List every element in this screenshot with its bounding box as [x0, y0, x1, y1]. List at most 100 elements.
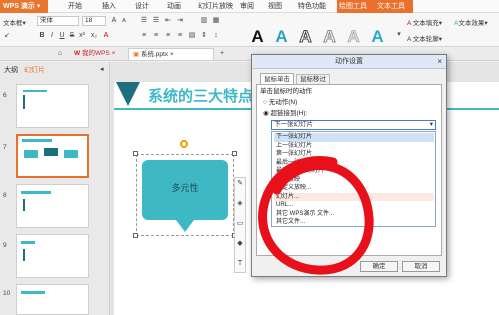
- thumb-block: [23, 199, 73, 211]
- outline-icon[interactable]: ▭: [236, 220, 244, 228]
- menu-insert[interactable]: 插入: [100, 0, 118, 13]
- menu-slideshow[interactable]: 幻灯片放映: [196, 0, 235, 13]
- subscript-icon[interactable]: x₂: [90, 32, 98, 40]
- font-color-icon[interactable]: A: [102, 32, 110, 40]
- text-style-blue-shadow[interactable]: A: [370, 28, 385, 45]
- style-more-icon[interactable]: ▾: [395, 31, 403, 39]
- align-left-icon[interactable]: ≡: [140, 32, 148, 40]
- slide-number: 9: [3, 242, 7, 249]
- text-style-black[interactable]: A: [250, 28, 265, 45]
- strikethrough-icon[interactable]: S: [68, 32, 76, 40]
- tab-my-wps[interactable]: W 我的WPS ×: [70, 48, 119, 60]
- tab-mouse-click[interactable]: 鼠标单击: [260, 73, 294, 84]
- font-size-combo[interactable]: 18: [82, 16, 106, 26]
- menu-home[interactable]: 开始: [66, 0, 84, 13]
- text-direction-icon[interactable]: ⇕: [200, 32, 208, 40]
- thumb-shape: [64, 150, 78, 158]
- menu-bar: WPS 演示 ▾ 开始 插入 设计 动画 幻灯片放映 审阅 视图 特色功能 绘图…: [0, 0, 499, 13]
- menu-special[interactable]: 特色功能: [296, 0, 328, 13]
- resize-handle[interactable]: [133, 233, 138, 238]
- thumb-title-bar: [21, 241, 35, 244]
- text-style-light[interactable]: A: [346, 28, 361, 46]
- red-annotation-circle: [258, 156, 374, 275]
- group-label: 单击鼠标时的动作: [260, 88, 312, 95]
- thumb-shape: [44, 148, 58, 156]
- superscript-icon[interactable]: x²: [78, 32, 86, 40]
- distribute-icon[interactable]: ▤: [188, 32, 196, 40]
- text-fill-button[interactable]: A 文本填充▾: [407, 17, 442, 27]
- increase-indent-icon[interactable]: ⇥: [176, 17, 184, 25]
- text-style-teal[interactable]: A: [274, 28, 289, 45]
- callout-shape[interactable]: [142, 160, 230, 236]
- layers-icon[interactable]: ◆: [236, 240, 244, 248]
- slide-number: 7: [3, 144, 7, 151]
- collapse-icon[interactable]: ◂: [100, 65, 104, 73]
- resize-handle[interactable]: [232, 151, 237, 156]
- slide-thumbnail-6[interactable]: [16, 84, 89, 128]
- numbering-icon[interactable]: ☰: [152, 17, 160, 25]
- slide-thumbnail-9[interactable]: [16, 234, 89, 278]
- resize-handle[interactable]: [133, 151, 138, 156]
- bullets-icon[interactable]: ☰: [140, 17, 148, 25]
- tab-file[interactable]: ▣ 系统.pptx ×: [128, 48, 214, 60]
- app-menu-button[interactable]: WPS 演示 ▾: [0, 0, 48, 13]
- radio-hyperlink[interactable]: ◉ 超链接到(H):: [263, 109, 307, 118]
- menu-design[interactable]: 设计: [133, 0, 151, 13]
- menu-text-tools[interactable]: 文本工具: [375, 0, 413, 13]
- line-spacing-icon[interactable]: ↕: [212, 32, 220, 40]
- textbox-button[interactable]: 文本框▾: [3, 17, 26, 27]
- close-icon[interactable]: ×: [170, 51, 174, 58]
- justify-icon[interactable]: ≡: [176, 32, 184, 40]
- menu-animation[interactable]: 动画: [165, 0, 183, 13]
- hyperlink-selected-value: 下一张幻灯片: [274, 121, 313, 128]
- menu-review[interactable]: 审阅: [238, 0, 256, 13]
- columns-icon[interactable]: ▥: [200, 17, 208, 25]
- thumb-title-bar: [21, 291, 45, 294]
- list-item[interactable]: 下一张幻灯片: [274, 133, 434, 142]
- align-text-icon[interactable]: ▦: [212, 17, 220, 25]
- text-outline-button[interactable]: A 文本轮廓▾: [407, 33, 442, 43]
- thumb-line: [23, 90, 47, 92]
- fill-bucket-icon[interactable]: ◈: [236, 200, 244, 208]
- slide-thumbnail-8[interactable]: [16, 184, 89, 228]
- align-center-icon[interactable]: ≡: [152, 32, 160, 40]
- tab-slides[interactable]: 幻灯片: [24, 65, 45, 75]
- text-effect-button[interactable]: A文本效果▾: [454, 17, 488, 27]
- slide-thumbnail-7-selected[interactable]: [16, 134, 89, 178]
- text-style-outline-dark[interactable]: A: [298, 28, 313, 46]
- hyperlink-select[interactable]: 下一张幻灯片 ▾: [271, 120, 436, 130]
- thumb-block: [23, 95, 63, 109]
- tab-outline[interactable]: 大纲: [4, 65, 18, 75]
- cancel-button[interactable]: 取消: [402, 261, 440, 272]
- menu-view[interactable]: 视图: [266, 0, 284, 13]
- text-fill-label: 文本填充: [412, 20, 439, 27]
- callout-text[interactable]: 多元性: [142, 181, 228, 194]
- italic-icon[interactable]: I: [48, 32, 56, 40]
- tab-mouse-over[interactable]: 鼠标移过: [296, 74, 330, 84]
- rotate-handle-icon[interactable]: [180, 140, 188, 148]
- radio-no-action[interactable]: ○ 无动作(N): [263, 98, 297, 107]
- textbox-label: 文本框: [3, 20, 23, 27]
- bold-icon[interactable]: B: [38, 32, 46, 40]
- thumb-shape: [24, 150, 38, 158]
- thumb-title-bar: [22, 139, 52, 142]
- shrink-font-icon[interactable]: A: [120, 17, 128, 25]
- text-style-outline-grey[interactable]: A: [322, 28, 337, 46]
- dialog-title: 动作设置: [252, 55, 446, 69]
- list-item[interactable]: 上一张幻灯片: [274, 142, 434, 151]
- font-name-combo[interactable]: 宋体: [37, 16, 79, 26]
- home-icon[interactable]: ⌂: [56, 50, 64, 58]
- menu-drawing-tools[interactable]: 绘图工具: [337, 0, 375, 13]
- grow-font-icon[interactable]: A: [110, 17, 118, 25]
- underline-icon[interactable]: U: [58, 32, 66, 40]
- dialog-close-icon[interactable]: ×: [437, 57, 442, 66]
- expand-icon[interactable]: ↙: [3, 32, 11, 40]
- align-right-icon[interactable]: ≡: [164, 32, 172, 40]
- text-icon[interactable]: T: [236, 260, 244, 268]
- new-tab-icon[interactable]: +: [218, 50, 226, 58]
- text-outline-label: 文本轮廓: [412, 36, 439, 43]
- slide-thumbnail-10[interactable]: [16, 284, 89, 315]
- decrease-indent-icon[interactable]: ⇤: [164, 17, 172, 25]
- edit-icon[interactable]: ✎: [236, 180, 244, 188]
- slide-title[interactable]: 系统的三大特点: [148, 85, 253, 106]
